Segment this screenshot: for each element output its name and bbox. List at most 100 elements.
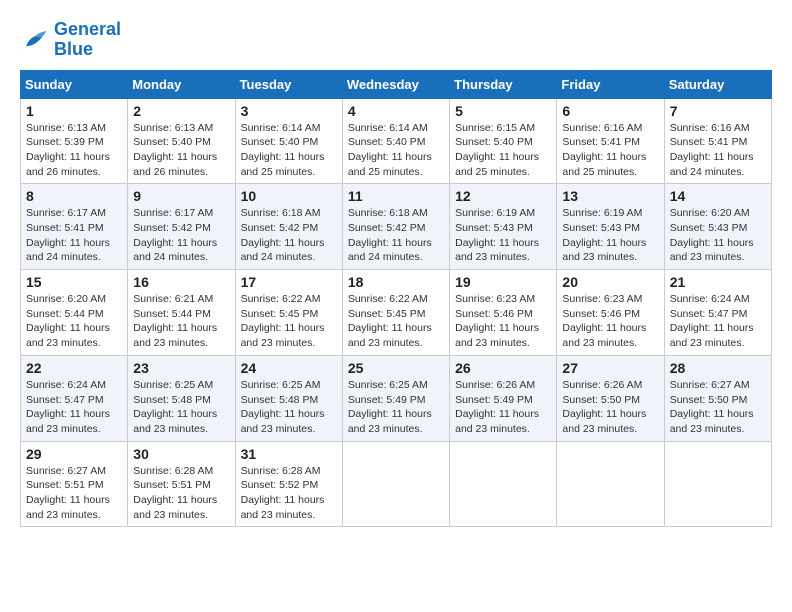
- calendar-cell: 18 Sunrise: 6:22 AMSunset: 5:45 PMDaylig…: [342, 270, 449, 356]
- day-number: 3: [241, 103, 337, 119]
- calendar-cell: 17 Sunrise: 6:22 AMSunset: 5:45 PMDaylig…: [235, 270, 342, 356]
- day-info: Sunrise: 6:18 AMSunset: 5:42 PMDaylight:…: [241, 207, 325, 263]
- calendar-cell: 21 Sunrise: 6:24 AMSunset: 5:47 PMDaylig…: [664, 270, 771, 356]
- header: General Blue: [20, 20, 772, 60]
- day-number: 24: [241, 360, 337, 376]
- day-info: Sunrise: 6:14 AMSunset: 5:40 PMDaylight:…: [241, 122, 325, 178]
- calendar-cell: 24 Sunrise: 6:25 AMSunset: 5:48 PMDaylig…: [235, 355, 342, 441]
- day-number: 22: [26, 360, 122, 376]
- day-info: Sunrise: 6:28 AMSunset: 5:52 PMDaylight:…: [241, 465, 325, 521]
- calendar-cell: 28 Sunrise: 6:27 AMSunset: 5:50 PMDaylig…: [664, 355, 771, 441]
- weekday-header: Friday: [557, 70, 664, 98]
- calendar-cell: 14 Sunrise: 6:20 AMSunset: 5:43 PMDaylig…: [664, 184, 771, 270]
- day-number: 6: [562, 103, 658, 119]
- calendar-week-row: 22 Sunrise: 6:24 AMSunset: 5:47 PMDaylig…: [21, 355, 772, 441]
- calendar-cell: 2 Sunrise: 6:13 AMSunset: 5:40 PMDayligh…: [128, 98, 235, 184]
- calendar-cell: 25 Sunrise: 6:25 AMSunset: 5:49 PMDaylig…: [342, 355, 449, 441]
- calendar-cell: 3 Sunrise: 6:14 AMSunset: 5:40 PMDayligh…: [235, 98, 342, 184]
- calendar-cell: 8 Sunrise: 6:17 AMSunset: 5:41 PMDayligh…: [21, 184, 128, 270]
- day-number: 14: [670, 188, 766, 204]
- calendar-cell: 13 Sunrise: 6:19 AMSunset: 5:43 PMDaylig…: [557, 184, 664, 270]
- calendar-cell: [557, 441, 664, 527]
- day-info: Sunrise: 6:18 AMSunset: 5:42 PMDaylight:…: [348, 207, 432, 263]
- day-info: Sunrise: 6:20 AMSunset: 5:43 PMDaylight:…: [670, 207, 754, 263]
- calendar-cell: 10 Sunrise: 6:18 AMSunset: 5:42 PMDaylig…: [235, 184, 342, 270]
- day-info: Sunrise: 6:22 AMSunset: 5:45 PMDaylight:…: [348, 293, 432, 349]
- day-info: Sunrise: 6:16 AMSunset: 5:41 PMDaylight:…: [562, 122, 646, 178]
- logo-text-line1: General: [54, 20, 121, 40]
- day-info: Sunrise: 6:23 AMSunset: 5:46 PMDaylight:…: [455, 293, 539, 349]
- calendar-cell: 6 Sunrise: 6:16 AMSunset: 5:41 PMDayligh…: [557, 98, 664, 184]
- day-number: 30: [133, 446, 229, 462]
- day-number: 29: [26, 446, 122, 462]
- calendar-cell: 4 Sunrise: 6:14 AMSunset: 5:40 PMDayligh…: [342, 98, 449, 184]
- day-number: 4: [348, 103, 444, 119]
- day-info: Sunrise: 6:17 AMSunset: 5:41 PMDaylight:…: [26, 207, 110, 263]
- day-info: Sunrise: 6:27 AMSunset: 5:50 PMDaylight:…: [670, 379, 754, 435]
- day-number: 13: [562, 188, 658, 204]
- calendar-cell: [664, 441, 771, 527]
- calendar-table: SundayMondayTuesdayWednesdayThursdayFrid…: [20, 70, 772, 528]
- day-number: 26: [455, 360, 551, 376]
- day-number: 16: [133, 274, 229, 290]
- calendar-cell: 7 Sunrise: 6:16 AMSunset: 5:41 PMDayligh…: [664, 98, 771, 184]
- day-info: Sunrise: 6:25 AMSunset: 5:48 PMDaylight:…: [241, 379, 325, 435]
- calendar-cell: 29 Sunrise: 6:27 AMSunset: 5:51 PMDaylig…: [21, 441, 128, 527]
- day-number: 28: [670, 360, 766, 376]
- day-number: 25: [348, 360, 444, 376]
- day-info: Sunrise: 6:13 AMSunset: 5:40 PMDaylight:…: [133, 122, 217, 178]
- day-number: 12: [455, 188, 551, 204]
- calendar-cell: [342, 441, 449, 527]
- day-info: Sunrise: 6:28 AMSunset: 5:51 PMDaylight:…: [133, 465, 217, 521]
- day-number: 27: [562, 360, 658, 376]
- day-number: 9: [133, 188, 229, 204]
- calendar-cell: 20 Sunrise: 6:23 AMSunset: 5:46 PMDaylig…: [557, 270, 664, 356]
- day-number: 10: [241, 188, 337, 204]
- day-number: 11: [348, 188, 444, 204]
- weekday-header: Thursday: [450, 70, 557, 98]
- calendar-cell: 23 Sunrise: 6:25 AMSunset: 5:48 PMDaylig…: [128, 355, 235, 441]
- calendar-cell: 26 Sunrise: 6:26 AMSunset: 5:49 PMDaylig…: [450, 355, 557, 441]
- day-number: 15: [26, 274, 122, 290]
- calendar-cell: 15 Sunrise: 6:20 AMSunset: 5:44 PMDaylig…: [21, 270, 128, 356]
- day-number: 18: [348, 274, 444, 290]
- day-number: 5: [455, 103, 551, 119]
- day-number: 1: [26, 103, 122, 119]
- day-number: 21: [670, 274, 766, 290]
- calendar-cell: 5 Sunrise: 6:15 AMSunset: 5:40 PMDayligh…: [450, 98, 557, 184]
- day-info: Sunrise: 6:13 AMSunset: 5:39 PMDaylight:…: [26, 122, 110, 178]
- day-info: Sunrise: 6:16 AMSunset: 5:41 PMDaylight:…: [670, 122, 754, 178]
- calendar-cell: 30 Sunrise: 6:28 AMSunset: 5:51 PMDaylig…: [128, 441, 235, 527]
- day-info: Sunrise: 6:23 AMSunset: 5:46 PMDaylight:…: [562, 293, 646, 349]
- day-info: Sunrise: 6:26 AMSunset: 5:50 PMDaylight:…: [562, 379, 646, 435]
- day-info: Sunrise: 6:14 AMSunset: 5:40 PMDaylight:…: [348, 122, 432, 178]
- calendar-week-row: 1 Sunrise: 6:13 AMSunset: 5:39 PMDayligh…: [21, 98, 772, 184]
- day-info: Sunrise: 6:21 AMSunset: 5:44 PMDaylight:…: [133, 293, 217, 349]
- calendar-week-row: 29 Sunrise: 6:27 AMSunset: 5:51 PMDaylig…: [21, 441, 772, 527]
- weekday-header: Monday: [128, 70, 235, 98]
- day-info: Sunrise: 6:15 AMSunset: 5:40 PMDaylight:…: [455, 122, 539, 178]
- day-info: Sunrise: 6:25 AMSunset: 5:48 PMDaylight:…: [133, 379, 217, 435]
- day-number: 8: [26, 188, 122, 204]
- logo-text-line2: Blue: [54, 40, 121, 60]
- calendar-cell: 31 Sunrise: 6:28 AMSunset: 5:52 PMDaylig…: [235, 441, 342, 527]
- day-number: 2: [133, 103, 229, 119]
- day-info: Sunrise: 6:24 AMSunset: 5:47 PMDaylight:…: [26, 379, 110, 435]
- day-info: Sunrise: 6:24 AMSunset: 5:47 PMDaylight:…: [670, 293, 754, 349]
- calendar-cell: 12 Sunrise: 6:19 AMSunset: 5:43 PMDaylig…: [450, 184, 557, 270]
- day-number: 31: [241, 446, 337, 462]
- calendar-cell: 9 Sunrise: 6:17 AMSunset: 5:42 PMDayligh…: [128, 184, 235, 270]
- calendar-cell: 19 Sunrise: 6:23 AMSunset: 5:46 PMDaylig…: [450, 270, 557, 356]
- day-number: 17: [241, 274, 337, 290]
- day-info: Sunrise: 6:25 AMSunset: 5:49 PMDaylight:…: [348, 379, 432, 435]
- calendar-cell: 27 Sunrise: 6:26 AMSunset: 5:50 PMDaylig…: [557, 355, 664, 441]
- weekday-header: Wednesday: [342, 70, 449, 98]
- day-info: Sunrise: 6:22 AMSunset: 5:45 PMDaylight:…: [241, 293, 325, 349]
- day-number: 23: [133, 360, 229, 376]
- day-number: 19: [455, 274, 551, 290]
- calendar-week-row: 8 Sunrise: 6:17 AMSunset: 5:41 PMDayligh…: [21, 184, 772, 270]
- day-info: Sunrise: 6:17 AMSunset: 5:42 PMDaylight:…: [133, 207, 217, 263]
- calendar-cell: 16 Sunrise: 6:21 AMSunset: 5:44 PMDaylig…: [128, 270, 235, 356]
- day-info: Sunrise: 6:19 AMSunset: 5:43 PMDaylight:…: [455, 207, 539, 263]
- day-info: Sunrise: 6:19 AMSunset: 5:43 PMDaylight:…: [562, 207, 646, 263]
